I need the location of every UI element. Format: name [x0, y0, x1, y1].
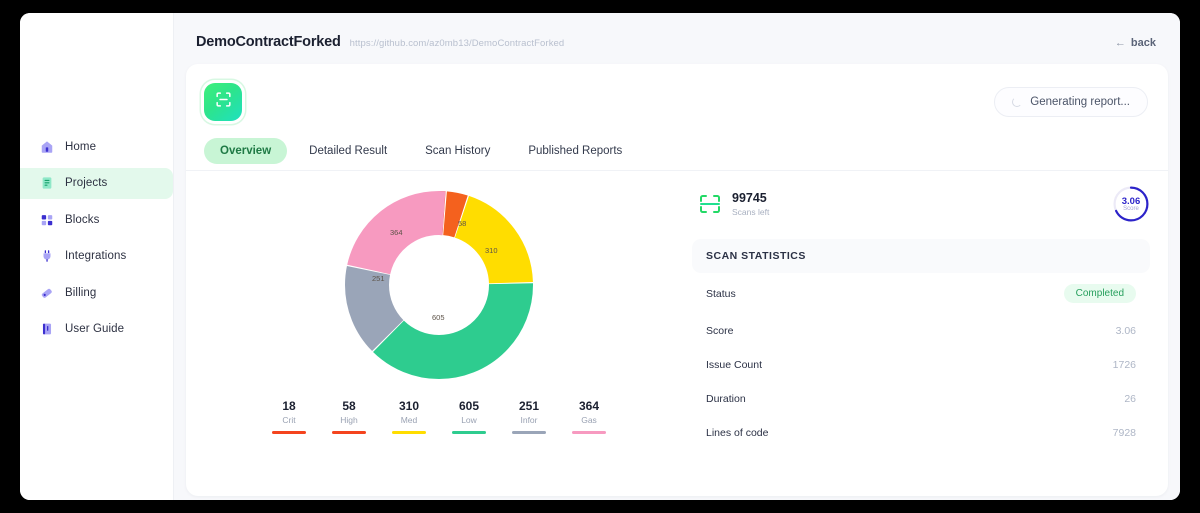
- back-button[interactable]: ← back: [1115, 37, 1156, 49]
- legend-value: 364: [572, 399, 606, 413]
- stat-key: Score: [706, 325, 733, 337]
- stat-key: Status: [706, 288, 736, 300]
- back-label: back: [1131, 37, 1156, 49]
- statistics-panel: 99745 Scans left 3.06 Score: [674, 179, 1150, 450]
- main-content: DemoContractForked https://github.com/az…: [174, 13, 1180, 500]
- blocks-icon: [40, 213, 54, 227]
- legend-value: 18: [272, 399, 306, 413]
- scans-left-count: 99745: [732, 191, 769, 205]
- tab-published-reports[interactable]: Published Reports: [512, 138, 638, 164]
- sidebar-item-user-guide[interactable]: User Guide: [20, 314, 173, 345]
- legend-label: Crit: [272, 415, 306, 425]
- sidebar-item-label: Home: [65, 141, 96, 153]
- sidebar-item-label: Projects: [65, 177, 107, 189]
- sidebar: Home Projects Blocks Integrations Billin: [20, 13, 174, 500]
- legend-color-bar: [452, 431, 486, 434]
- sidebar-item-label: Blocks: [65, 214, 99, 226]
- legend-value: 605: [452, 399, 486, 413]
- card-header: Generating report...: [186, 64, 1168, 126]
- sidebar-item-label: Billing: [65, 287, 96, 299]
- score-ring-label: Score: [1123, 206, 1139, 212]
- table-row: Duration 26: [692, 382, 1150, 416]
- table-row: Score 3.06: [692, 314, 1150, 348]
- sidebar-item-projects[interactable]: Projects: [20, 168, 173, 199]
- donut-label-high: 58: [458, 219, 466, 228]
- legend-label: High: [332, 415, 366, 425]
- legend-item-crit: 18 Crit: [272, 399, 306, 434]
- page-title: DemoContractForked: [196, 34, 341, 50]
- legend-value: 310: [392, 399, 426, 413]
- legend-label: Low: [452, 415, 486, 425]
- legend-value: 251: [512, 399, 546, 413]
- legend-label: Med: [392, 415, 426, 425]
- stat-value: 1726: [1113, 359, 1136, 371]
- stat-value: 7928: [1113, 427, 1136, 439]
- tag-icon: [40, 286, 54, 300]
- sidebar-item-label: Integrations: [65, 250, 126, 262]
- scan-statistics-title: SCAN STATISTICS: [692, 239, 1150, 273]
- legend-item-infor: 251 Infor: [512, 399, 546, 434]
- stat-value: 3.06: [1116, 325, 1136, 337]
- donut-label-infor: 251: [372, 274, 385, 283]
- legend-color-bar: [272, 431, 306, 434]
- page-header: DemoContractForked https://github.com/az…: [186, 25, 1168, 64]
- sidebar-item-integrations[interactable]: Integrations: [20, 241, 173, 272]
- legend-value: 58: [332, 399, 366, 413]
- donut-label-gas: 364: [390, 228, 403, 237]
- stat-value: 26: [1124, 393, 1136, 405]
- table-row: Issue Count 1726: [692, 348, 1150, 382]
- sidebar-item-label: User Guide: [65, 323, 124, 335]
- app-window: Home Projects Blocks Integrations Billin: [20, 13, 1180, 500]
- status-badge: Completed: [1064, 284, 1136, 303]
- donut-chart: [204, 179, 674, 385]
- document-icon: [40, 176, 54, 190]
- stat-key: Lines of code: [706, 427, 768, 439]
- avatar: [204, 83, 242, 121]
- legend-item-gas: 364 Gas: [572, 399, 606, 434]
- donut-label-low: 605: [432, 313, 445, 322]
- legend-color-bar: [332, 431, 366, 434]
- plug-icon: [40, 249, 54, 263]
- donut-label-med: 310: [485, 246, 498, 255]
- severity-chart-panel: 58 310 605 251 364 18 Crit 58: [204, 179, 674, 450]
- project-url: https://github.com/az0mb13/DemoContractF…: [350, 38, 565, 49]
- home-icon: [40, 140, 54, 154]
- scans-left-caption: Scans left: [732, 207, 769, 217]
- stat-key: Duration: [706, 393, 746, 405]
- tab-bar: Overview Detailed Result Scan History Pu…: [186, 126, 1168, 171]
- table-row: Status Completed: [692, 273, 1150, 314]
- sidebar-item-billing[interactable]: Billing: [20, 277, 173, 308]
- tab-detailed-result[interactable]: Detailed Result: [293, 138, 403, 164]
- table-row: Lines of code 7928: [692, 416, 1150, 450]
- score-ring: 3.06 Score: [1112, 185, 1150, 223]
- legend-color-bar: [572, 431, 606, 434]
- legend-color-bar: [392, 431, 426, 434]
- stat-key: Issue Count: [706, 359, 762, 371]
- scans-left-row: 99745 Scans left 3.06 Score: [692, 179, 1150, 223]
- overview-card: Generating report... Overview Detailed R…: [186, 64, 1168, 496]
- book-icon: [40, 322, 54, 336]
- legend-item-med: 310 Med: [392, 399, 426, 434]
- card-body: 58 310 605 251 364 18 Crit 58: [186, 171, 1168, 450]
- sidebar-item-blocks[interactable]: Blocks: [20, 204, 173, 235]
- spinner-icon: [1012, 97, 1022, 107]
- tab-scan-history[interactable]: Scan History: [409, 138, 506, 164]
- legend-label: Gas: [572, 415, 606, 425]
- chart-legend: 18 Crit 58 High 310 Med: [204, 399, 674, 434]
- sidebar-item-home[interactable]: Home: [20, 131, 173, 162]
- tab-overview[interactable]: Overview: [204, 138, 287, 164]
- legend-label: Infor: [512, 415, 546, 425]
- legend-item-high: 58 High: [332, 399, 366, 434]
- back-arrow-icon: ←: [1115, 37, 1126, 49]
- legend-item-low: 605 Low: [452, 399, 486, 434]
- scan-frame-icon: [698, 193, 722, 215]
- generating-report-label: Generating report...: [1030, 96, 1130, 108]
- legend-color-bar: [512, 431, 546, 434]
- scan-contract-icon: [214, 90, 233, 114]
- generating-report-button[interactable]: Generating report...: [994, 87, 1148, 117]
